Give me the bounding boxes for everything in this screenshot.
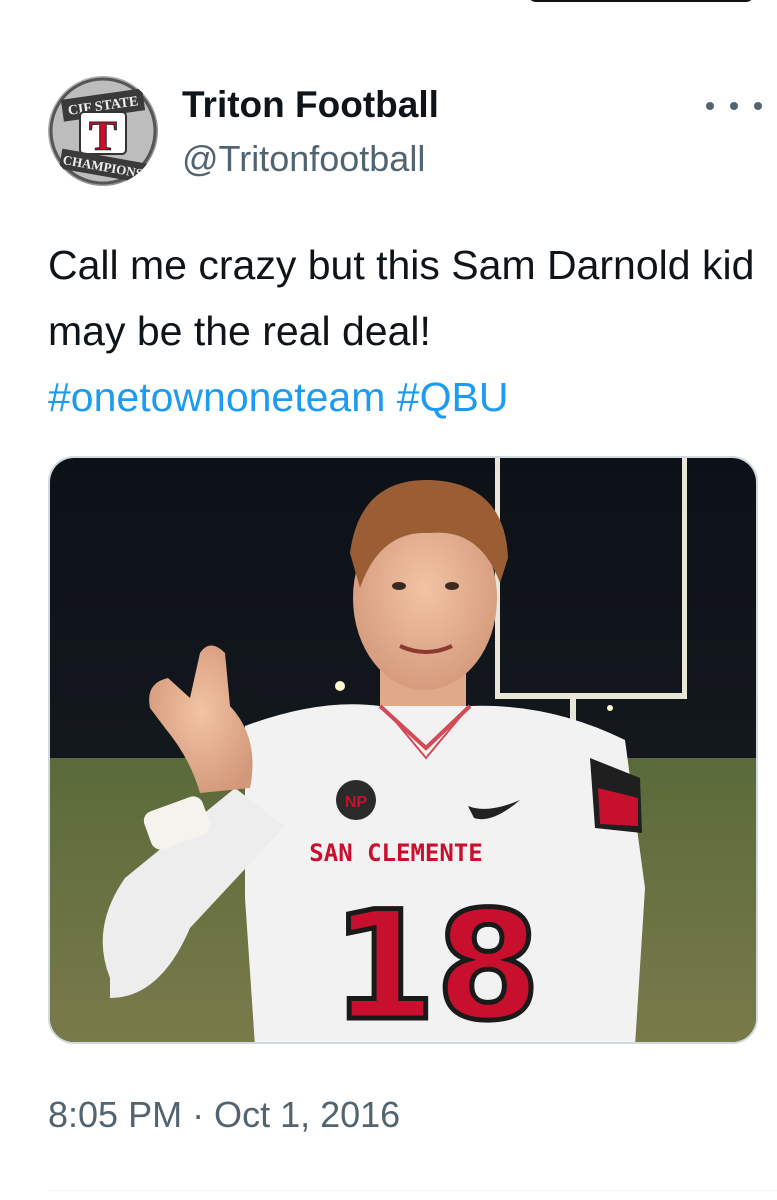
more-dot	[730, 102, 738, 110]
jersey-patch-text: NP	[345, 794, 368, 811]
more-horizontal-icon	[706, 102, 714, 110]
more-dot	[754, 102, 762, 110]
jersey-number-text: 18	[332, 880, 541, 1044]
author-display-name[interactable]: Triton Football	[182, 84, 439, 126]
avatar[interactable]: CIF STATE T CHAMPIONS	[48, 76, 158, 186]
more-button[interactable]	[706, 88, 762, 124]
tweet-text: Call me crazy but this Sam Darnold kid m…	[48, 232, 758, 430]
cif-champions-badge-icon: CIF STATE T CHAMPIONS	[49, 77, 157, 185]
top-pill-shape	[528, 0, 754, 2]
photo-scene: NP SAN CLEMENTE 18	[50, 458, 756, 1044]
tweet-text-body: Call me crazy but this Sam Darnold kid m…	[48, 242, 755, 354]
divider	[48, 1190, 777, 1191]
tweet-media-photo[interactable]: NP SAN CLEMENTE 18	[48, 456, 758, 1044]
hashtag-link[interactable]: #onetownoneteam	[48, 374, 385, 420]
hashtag-link[interactable]: #QBU	[397, 374, 509, 420]
avatar-letter: T	[89, 114, 117, 160]
jersey-team-text: SAN CLEMENTE	[309, 839, 482, 867]
author-handle[interactable]: @Tritonfootball	[182, 138, 425, 180]
tweet-timestamp[interactable]: 8:05 PM · Oct 1, 2016	[48, 1094, 400, 1136]
